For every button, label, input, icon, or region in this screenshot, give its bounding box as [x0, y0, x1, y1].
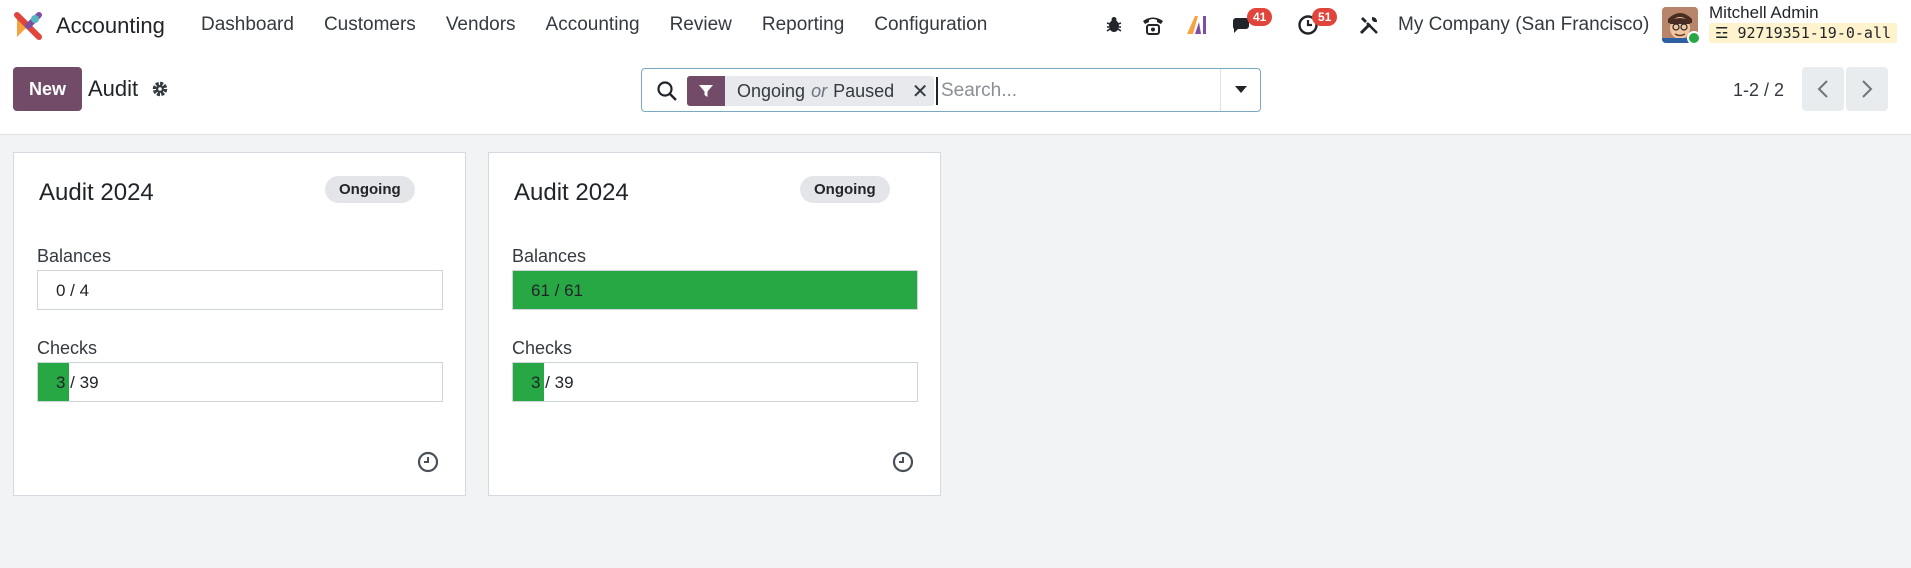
chevron-left-icon	[1817, 80, 1828, 98]
balances-progress-bar[interactable]: 0 / 4	[37, 270, 443, 310]
facet-value-ongoing: Ongoing	[737, 80, 806, 101]
database-icon: ☲	[1715, 24, 1729, 42]
facet-value-paused: Paused	[833, 80, 895, 101]
page-title: Audit	[88, 76, 139, 101]
activities-count-badge: 51	[1312, 8, 1338, 26]
search-input[interactable]	[936, 77, 1206, 105]
accounting-app-icon[interactable]	[14, 12, 42, 40]
card-title: Audit 2024	[39, 179, 154, 206]
filter-facet[interactable]: Ongoing or Paused ✕	[687, 76, 935, 106]
filter-icon	[687, 76, 725, 106]
database-name: 92719351-19-0-all	[1737, 24, 1892, 42]
app-name[interactable]: Accounting	[56, 13, 165, 39]
balances-label: Balances	[512, 246, 587, 266]
facet-close-icon[interactable]: ✕	[906, 79, 934, 104]
balances-progress-bar[interactable]: 61 / 61	[512, 270, 918, 310]
new-button[interactable]: New	[13, 67, 82, 111]
progress-text: 61 / 61	[531, 281, 583, 300]
menu-configuration[interactable]: Configuration	[859, 0, 1002, 50]
pager-previous-button[interactable]	[1802, 67, 1844, 111]
company-switcher[interactable]: My Company (San Francisco)	[1398, 14, 1649, 36]
menu-accounting[interactable]: Accounting	[531, 0, 655, 50]
search-icon[interactable]	[656, 80, 678, 102]
pager-next-button[interactable]	[1846, 67, 1888, 111]
progress-text: 3 / 39	[531, 373, 574, 392]
menu-customers[interactable]: Customers	[309, 0, 431, 50]
status-badge: Ongoing	[325, 176, 415, 203]
messages-count-badge: 41	[1247, 8, 1273, 26]
search-options-toggle[interactable]	[1220, 69, 1260, 111]
balances-label: Balances	[37, 246, 112, 266]
main-menu: Dashboard Customers Vendors Accounting R…	[186, 0, 1002, 50]
gear-icon[interactable]	[150, 79, 170, 99]
bug-icon[interactable]	[1101, 12, 1127, 38]
facet-values: Ongoing or Paused	[725, 81, 906, 102]
clock-icon[interactable]	[416, 450, 440, 474]
caret-down-icon	[1234, 86, 1247, 93]
kanban-card[interactable]: Audit 2024 Ongoing Balances 61 / 61 Chec…	[488, 152, 941, 496]
tools-icon[interactable]	[1356, 12, 1382, 38]
card-title: Audit 2024	[514, 179, 629, 206]
phone-icon[interactable]	[1140, 12, 1166, 38]
progress-text: 3 / 39	[56, 373, 99, 392]
checks-label: Checks	[37, 338, 98, 358]
kanban-card[interactable]: Audit 2024 Ongoing Balances 0 / 4 Checks…	[13, 152, 466, 496]
checks-progress-bar[interactable]: 3 / 39	[512, 362, 918, 402]
facet-or: or	[811, 80, 828, 101]
control-panel: New Audit Ongoing or Paused ✕ 1-2 / 2	[0, 50, 1911, 135]
chevron-right-icon	[1862, 80, 1873, 98]
status-badge: Ongoing	[800, 176, 890, 203]
clock-icon[interactable]	[891, 450, 915, 474]
menu-review[interactable]: Review	[655, 0, 747, 50]
pager-value[interactable]: 1-2 / 2	[1733, 80, 1784, 101]
progress-text: 0 / 4	[56, 281, 90, 300]
user-name[interactable]: Mitchell Admin	[1709, 3, 1819, 23]
menu-vendors[interactable]: Vendors	[431, 0, 531, 50]
checks-progress-bar[interactable]: 3 / 39	[37, 362, 443, 402]
menu-reporting[interactable]: Reporting	[747, 0, 859, 50]
search-bar: Ongoing or Paused ✕	[641, 68, 1261, 112]
checks-label: Checks	[512, 338, 573, 358]
online-status-dot	[1687, 31, 1701, 45]
top-navbar: Accounting Dashboard Customers Vendors A…	[0, 0, 1911, 50]
ai-icon[interactable]	[1184, 12, 1210, 38]
menu-dashboard[interactable]: Dashboard	[186, 0, 309, 50]
database-tag: ☲ 92719351-19-0-all	[1709, 23, 1898, 43]
